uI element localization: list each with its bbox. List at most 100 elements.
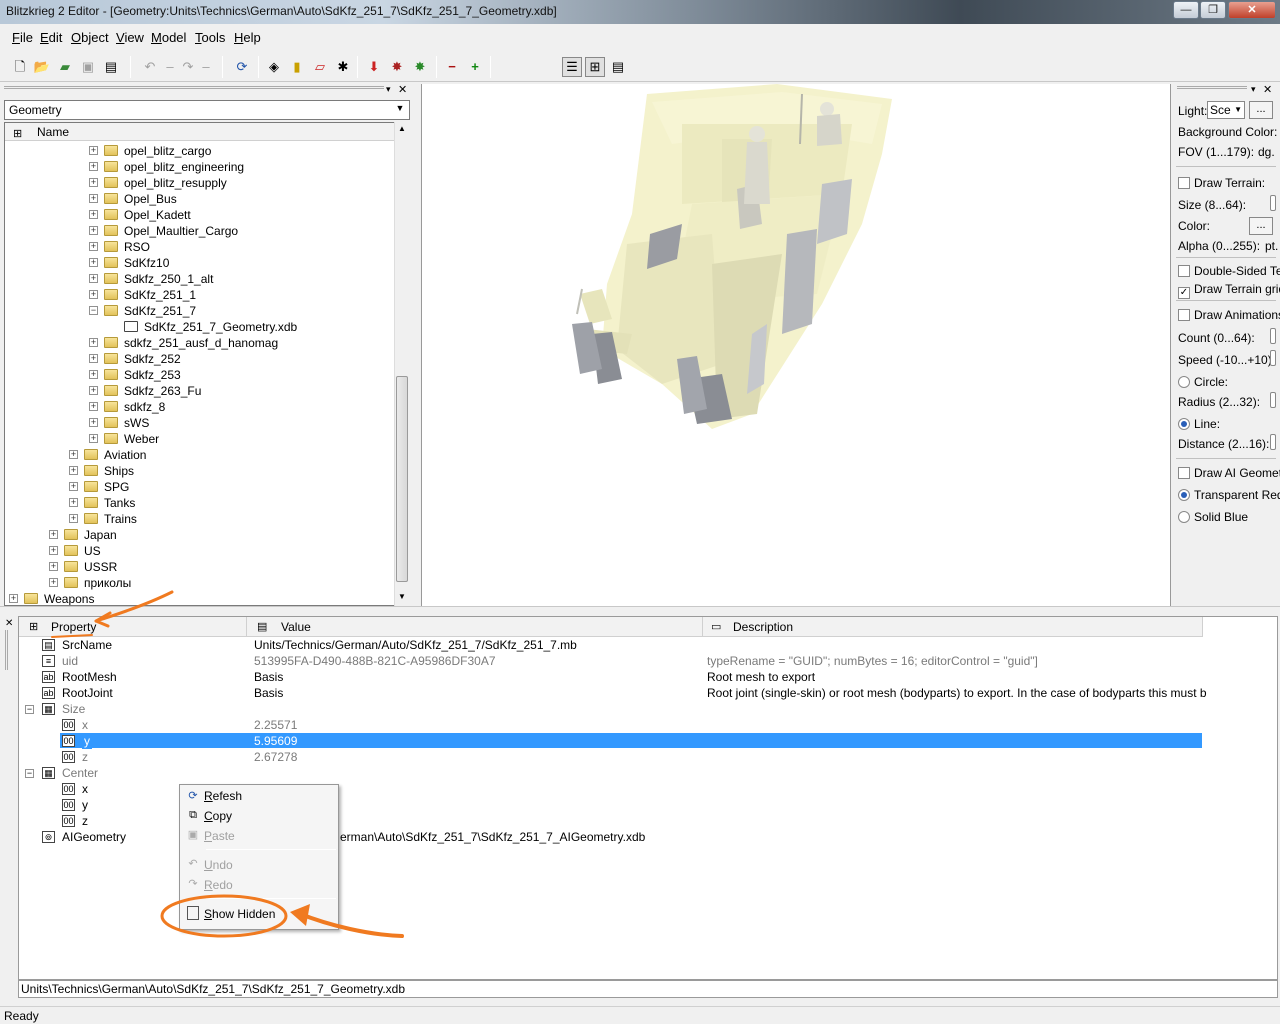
property-type-icon[interactable]: ab [42, 671, 55, 683]
property-value[interactable]: Units/Technics/German/Auto/SdKfz_251_7/S… [254, 637, 577, 653]
property-value[interactable]: 513995FA-D490-488B-821C-A95986DF30A7 [254, 653, 496, 669]
property-description[interactable]: Root joint (single-skin) or root mesh (b… [707, 685, 1207, 701]
terrain-size-spinner[interactable] [1270, 195, 1276, 211]
property-type-icon[interactable]: ▦ [42, 703, 55, 715]
property-value[interactable]: Basis [254, 685, 283, 701]
expand-toggle-icon[interactable]: − [89, 306, 98, 315]
property-type-icon[interactable]: 00 [62, 719, 75, 731]
zoom-out-icon[interactable]: − [442, 57, 462, 77]
checkbox-icon[interactable] [1178, 467, 1190, 479]
property-name[interactable]: Center [62, 765, 98, 781]
property-name[interactable]: RootJoint [62, 685, 113, 701]
expand-toggle-icon[interactable]: + [9, 594, 18, 603]
tree-column-header[interactable]: ⊞ Name [5, 123, 395, 141]
expand-toggle-icon[interactable]: + [89, 226, 98, 235]
property-type-icon[interactable]: ⊚ [42, 831, 55, 843]
scroll-up-icon[interactable]: ▲ [398, 124, 406, 133]
menu-tools[interactable]: Tools [195, 30, 225, 45]
circle-radio[interactable]: Circle: [1178, 375, 1228, 389]
wireframe-icon[interactable]: ▮ [287, 57, 307, 77]
expand-toggle-icon[interactable]: + [49, 546, 58, 555]
save-all-icon[interactable]: ▤ [101, 57, 121, 77]
radio-icon[interactable] [1178, 376, 1190, 388]
distance-spinner[interactable] [1270, 434, 1276, 450]
expand-toggle-icon[interactable]: + [89, 338, 98, 347]
property-value[interactable]: erman\Auto\SdKfz_251_7\SdKfz_251_7_AIGeo… [340, 829, 645, 845]
menu-file[interactable]: File [12, 30, 33, 45]
property-name[interactable]: y [82, 733, 92, 749]
minimize-button[interactable]: — [1173, 1, 1199, 19]
skeleton-icon[interactable]: ✱ [333, 57, 353, 77]
property-name[interactable]: RootMesh [62, 669, 117, 685]
menu-item-refresh[interactable]: Refesh [204, 789, 242, 803]
radio-icon[interactable] [1178, 511, 1190, 523]
property-type-icon[interactable]: 00 [62, 799, 75, 811]
menu-model[interactable]: Model [151, 30, 186, 45]
expand-toggle-icon[interactable]: + [69, 514, 78, 523]
property-type-icon[interactable]: 00 [62, 815, 75, 827]
property-type-icon[interactable]: ab [42, 687, 55, 699]
property-column-header[interactable]: ⊞ Property [19, 617, 247, 637]
expand-toggle-icon[interactable]: + [89, 274, 98, 283]
selected-row-highlight[interactable] [60, 733, 1202, 748]
undo-icon[interactable]: ↶ [140, 57, 160, 77]
expand-toggle-icon[interactable]: + [89, 162, 98, 171]
property-name[interactable]: z [82, 813, 88, 829]
open-folder-icon[interactable]: 📂 [32, 57, 52, 77]
grid-icon[interactable]: ◈ [264, 57, 284, 77]
refresh-icon[interactable]: ⟳ [232, 57, 252, 77]
expand-toggle-icon[interactable]: + [49, 562, 58, 571]
expand-toggle-icon[interactable]: + [89, 370, 98, 379]
property-type-icon[interactable]: ▤ [42, 639, 55, 651]
property-value[interactable]: Basis [254, 669, 283, 685]
property-browser-icon[interactable]: ⊞ [585, 57, 605, 77]
menu-object[interactable]: Object [71, 30, 109, 45]
property-type-icon[interactable]: 00 [62, 751, 75, 763]
radius-spinner[interactable] [1270, 392, 1276, 408]
property-name[interactable]: x [82, 717, 88, 733]
property-value[interactable]: 5.95609 [254, 733, 297, 749]
run-game-icon[interactable]: ✸ [387, 57, 407, 77]
radio-selected-icon[interactable] [1178, 489, 1190, 501]
expand-toggle-icon[interactable]: + [89, 210, 98, 219]
run-map-icon[interactable]: ✸ [410, 57, 430, 77]
3d-viewport[interactable] [421, 84, 1171, 606]
expand-toggle-icon[interactable]: + [89, 402, 98, 411]
expand-toggle-icon[interactable]: + [89, 418, 98, 427]
checkbox-icon[interactable] [1178, 177, 1190, 189]
panel-dropdown-icon[interactable]: ▾ [386, 84, 391, 95]
light-select[interactable]: Sce ▼ [1207, 101, 1245, 119]
panel-close-icon[interactable]: ✕ [5, 618, 13, 629]
expand-toggle-icon[interactable]: + [89, 146, 98, 155]
expand-toggle-icon[interactable]: + [69, 466, 78, 475]
maximize-button[interactable]: ❐ [1200, 1, 1226, 19]
menu-view[interactable]: View [116, 30, 144, 45]
panel-dropdown-icon[interactable]: ▾ [1251, 84, 1256, 95]
expand-toggle-icon[interactable]: + [89, 194, 98, 203]
property-name[interactable]: y [82, 797, 88, 813]
draw-ai-geometry-checkbox[interactable]: Draw AI Geometr [1178, 466, 1280, 480]
tree-scroll-thumb[interactable] [396, 376, 408, 582]
expand-toggle-icon[interactable]: − [25, 769, 34, 778]
property-type-icon[interactable]: ≡ [42, 655, 55, 667]
zoom-in-icon[interactable]: + [465, 57, 485, 77]
menu-item-paste[interactable]: Paste [204, 829, 235, 843]
expand-toggle-icon[interactable]: + [49, 530, 58, 539]
transparent-red-radio[interactable]: Transparent Red [1178, 488, 1280, 502]
property-value[interactable]: 2.67278 [254, 749, 297, 765]
property-description[interactable]: Root mesh to export [707, 669, 815, 685]
horizontal-splitter[interactable] [0, 606, 1280, 616]
expand-toggle-icon[interactable]: − [25, 705, 34, 714]
menu-item-undo[interactable]: Undo [204, 858, 233, 872]
speed-spinner[interactable] [1270, 350, 1276, 366]
object-tree[interactable]: ⊞ Name + opel_blitz_cargo + opel_blitz_engi… [4, 122, 410, 606]
menu-item-show-hidden[interactable]: Show Hidden [204, 907, 275, 921]
solid-blue-radio[interactable]: Solid Blue [1178, 510, 1248, 524]
save-icon[interactable]: ▣ [78, 57, 98, 77]
panel-grip[interactable] [1177, 86, 1247, 89]
checkbox-icon[interactable] [1178, 309, 1190, 321]
property-name[interactable]: x [82, 781, 88, 797]
close-button[interactable]: ✕ [1228, 1, 1276, 19]
draw-terrain-grid-checkbox[interactable]: ✓ Draw Terrain grid [1178, 282, 1280, 299]
undo-dropdown-icon[interactable]: – [160, 57, 180, 77]
